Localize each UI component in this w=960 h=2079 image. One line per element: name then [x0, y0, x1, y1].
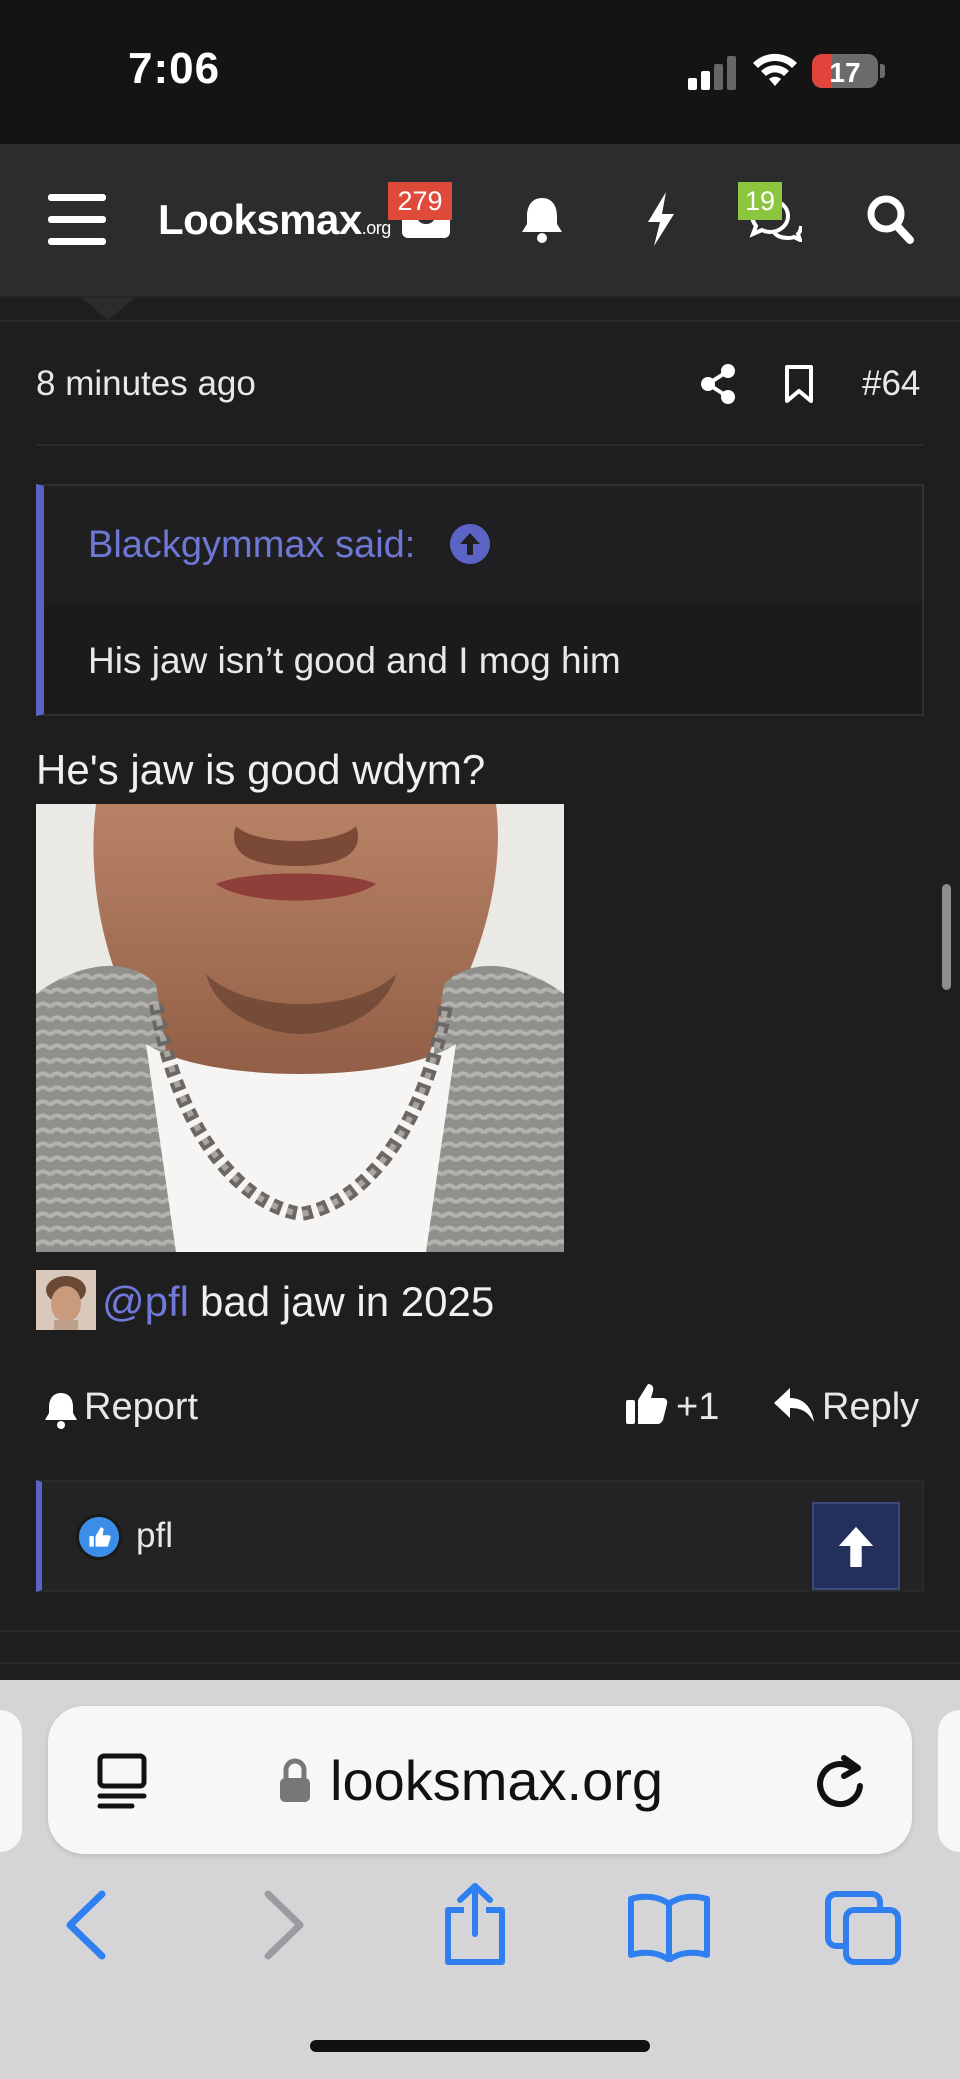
next-tab-peek[interactable]: [938, 1710, 960, 1852]
wifi-icon: [753, 53, 797, 86]
status-bar: 7:06 17: [0, 0, 960, 144]
divider: [0, 320, 960, 322]
search-icon[interactable]: [866, 194, 914, 244]
quote-text: His jaw isn’t good and I mog him: [88, 640, 621, 681]
tabs-icon[interactable]: [824, 1890, 904, 1966]
post-number[interactable]: #64: [862, 364, 920, 404]
menu-icon[interactable]: [48, 194, 108, 248]
divider: [0, 1630, 960, 1632]
reply-icon[interactable]: [772, 1386, 816, 1424]
like-reaction-icon: [76, 1514, 122, 1560]
back-icon[interactable]: [64, 1888, 108, 1962]
quote-block: Blackgymmax said: His jaw isn’t good and…: [36, 484, 924, 716]
cellular-signal-icon: [688, 56, 736, 90]
page-menu-icon[interactable]: [96, 1752, 148, 1812]
inbox-badge: 279: [388, 182, 452, 220]
like-count[interactable]: +1: [676, 1386, 719, 1429]
battery-percent: 17: [829, 57, 861, 88]
divider: [36, 444, 924, 446]
quote-header: Blackgymmax said:: [44, 486, 922, 602]
previous-tab-peek[interactable]: [0, 1710, 22, 1852]
scroll-to-top-button[interactable]: [812, 1502, 900, 1590]
arrow-up-icon[interactable]: [450, 524, 490, 564]
battery-indicator: 17: [812, 54, 878, 88]
post-timestamp[interactable]: 8 minutes ago: [36, 364, 256, 404]
scroll-indicator: [942, 884, 951, 990]
reply-button[interactable]: Reply: [822, 1386, 919, 1429]
reaction-username[interactable]: pfl: [136, 1516, 173, 1556]
forward-icon[interactable]: [262, 1888, 306, 1962]
site-navbar: [0, 144, 960, 298]
battery-tip: [880, 64, 885, 78]
bookmark-icon[interactable]: [784, 364, 814, 404]
lightning-icon[interactable]: [644, 192, 678, 246]
share-icon[interactable]: [440, 1882, 510, 1966]
bell-icon[interactable]: [520, 194, 564, 244]
url-text[interactable]: looksmax.org: [330, 1748, 663, 1813]
divider: [0, 1662, 960, 1664]
lock-icon: [280, 1758, 310, 1802]
logo-text: Looksmax: [158, 196, 362, 243]
mention-text: bad jaw in 2025: [200, 1278, 495, 1325]
post-text: He's jaw is good wdym?: [36, 746, 486, 793]
reactions-bar[interactable]: pfl: [36, 1480, 924, 1592]
conversations-badge: 19: [738, 182, 782, 220]
site-logo[interactable]: Looksmax.org: [158, 196, 391, 244]
post-image[interactable]: [36, 804, 564, 1252]
quote-author[interactable]: Blackgymmax said:: [88, 524, 415, 567]
bookmarks-icon[interactable]: [626, 1892, 712, 1962]
inline-avatar-image[interactable]: [36, 1270, 96, 1330]
logo-suffix: .org: [361, 218, 392, 238]
share-icon[interactable]: [700, 364, 736, 404]
user-mention-link[interactable]: @pfl: [102, 1278, 189, 1326]
thumbs-up-icon[interactable]: [624, 1382, 668, 1426]
report-button[interactable]: Report: [84, 1386, 198, 1429]
bell-icon[interactable]: [44, 1390, 78, 1430]
reload-icon[interactable]: [814, 1752, 870, 1812]
status-time: 7:06: [128, 44, 221, 93]
nav-pointer: [82, 298, 134, 320]
home-indicator[interactable]: [310, 2040, 650, 2052]
